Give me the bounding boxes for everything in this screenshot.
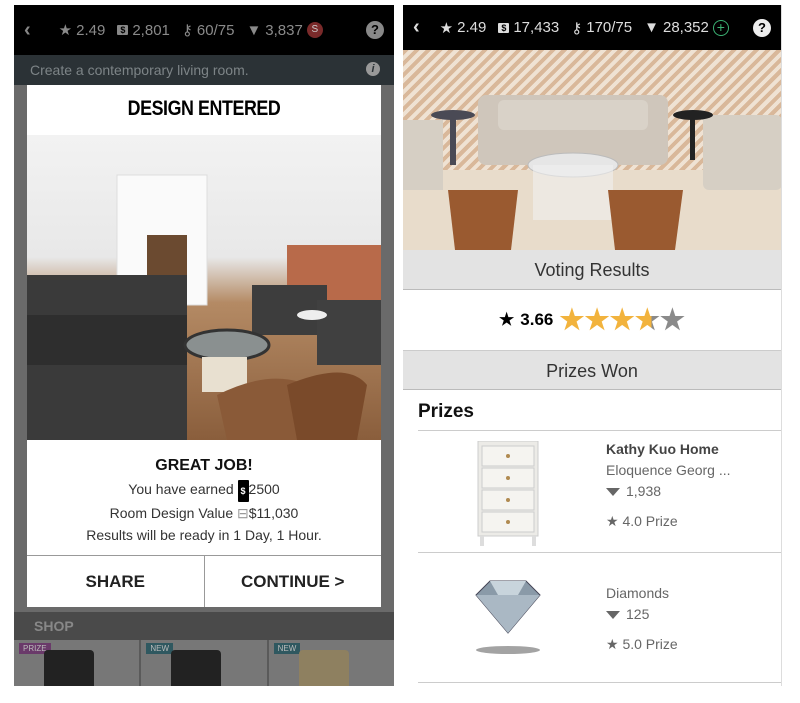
star-icon: ★: [58, 22, 73, 39]
voting-results-screen: ‹ ★ 2.49 $17,433 ⚷ 170/75 ▼ 28,352 + ? Voti…: [403, 5, 782, 686]
cash-stat: $17,433: [498, 19, 559, 36]
diamond-icon: [606, 488, 620, 497]
prize-info: Kathy Kuo Home Eloquence Georg ... 1,938…: [606, 439, 731, 532]
cash-icon: $: [237, 480, 249, 502]
rating-star: ★: [634, 304, 660, 335]
star-icon: ★: [499, 310, 515, 329]
rating-stat: ★ 2.49: [439, 19, 487, 37]
cash-icon: $: [498, 22, 510, 33]
results-timer: Results will be ready in 1 Day, 1 Hour.: [86, 527, 322, 543]
rating-star: ★: [609, 304, 635, 335]
shop-items: PRIZE NEW NEW: [14, 640, 394, 686]
room-design-image: [403, 50, 781, 250]
back-button[interactable]: ‹: [24, 19, 31, 42]
new-badge: NEW: [146, 643, 173, 654]
prize-brand: Kathy Kuo Home: [606, 441, 719, 457]
back-button[interactable]: ‹: [413, 16, 420, 39]
prize-info: Diamonds 125 ★ 5.0 Prize: [606, 583, 678, 655]
shop-item[interactable]: NEW: [268, 640, 394, 686]
chair-image: [44, 650, 94, 686]
cash-icon: $: [117, 25, 129, 35]
help-icon[interactable]: ?: [366, 21, 384, 39]
chair-image: [298, 650, 349, 686]
top-bar: ‹ ★ 2.49 $2,801 ⚷ 60/75 ▼ 3,837 S ?: [14, 5, 394, 55]
prize-level: ★ 5.0 Prize: [606, 636, 678, 652]
rating-star: ★: [584, 304, 610, 335]
dresser-image: [468, 440, 548, 546]
diamond-icon: [606, 611, 620, 620]
continue-button[interactable]: CONTINUE >: [203, 556, 382, 607]
help-icon[interactable]: ?: [753, 18, 771, 37]
keys-stat: ⚷ 170/75: [571, 19, 633, 37]
prizes-won-header: Prizes Won: [403, 350, 781, 390]
prizes-title: Prizes: [418, 395, 781, 431]
diamonds-stat: ▼ 3,837 S: [246, 21, 323, 39]
chair-image: [171, 650, 222, 686]
prize-diamonds: 125: [606, 604, 678, 625]
earned-line: You have earned $2500: [27, 478, 381, 502]
shop-item[interactable]: NEW: [141, 640, 267, 686]
result-message: GREAT JOB! You have earned $2500 Room De…: [27, 440, 381, 546]
great-job-heading: GREAT JOB!: [155, 457, 253, 474]
rating-stat: ★ 2.49: [58, 21, 106, 40]
rating-star: ★: [659, 304, 685, 335]
design-value-line: Room Design Value ⊟$11,030: [109, 505, 299, 521]
share-button[interactable]: SHARE: [27, 556, 204, 607]
room-design-image: [27, 135, 381, 440]
design-brief: Create a contemporary living room. i: [14, 55, 394, 85]
prize-item[interactable]: Diamonds 125 ★ 5.0 Prize: [418, 553, 781, 683]
cash-stat: $2,801: [117, 22, 170, 39]
top-bar: ‹ ★ 2.49 $17,433 ⚷ 170/75 ▼ 28,352 + ?: [403, 5, 781, 50]
diamond-icon: ▼: [644, 19, 659, 36]
design-entered-dialog: DESIGN ENTERED GREAT JOB! You have earne…: [27, 85, 381, 607]
room-render: [403, 95, 781, 250]
buy-currency-icon[interactable]: S: [306, 22, 323, 38]
diamond-icon: ▼: [246, 21, 262, 39]
diamonds-stat: ▼ 28,352 +: [644, 19, 729, 36]
key-icon: ⚷: [181, 22, 193, 39]
shop-header: SHOP: [14, 612, 394, 640]
sofa-icon: ⊟: [237, 505, 249, 521]
key-icon: ⚷: [571, 19, 583, 37]
keys-stat: ⚷ 60/75: [181, 21, 235, 40]
voting-results-header: Voting Results: [403, 250, 781, 290]
rating-star: ★: [559, 304, 585, 335]
star-icon: ★: [439, 19, 454, 37]
star-icon: ★: [606, 513, 623, 529]
dialog-buttons: SHARE CONTINUE >: [27, 555, 381, 607]
add-diamonds-icon[interactable]: +: [712, 19, 729, 36]
voting-score: ★ 3.66 ★ ★ ★ ★ ★: [499, 304, 685, 335]
prize-name: Diamonds: [606, 585, 670, 601]
star-rating: ★ ★ ★ ★ ★: [559, 306, 685, 334]
shop-item[interactable]: PRIZE: [14, 640, 140, 686]
prize-name: Eloquence Georg ...: [606, 462, 731, 478]
dialog-title: DESIGN ENTERED: [127, 97, 281, 120]
prize-item[interactable]: Kathy Kuo Home Eloquence Georg ... 1,938…: [418, 431, 781, 553]
star-icon: ★: [606, 636, 623, 652]
new-badge: NEW: [273, 643, 301, 654]
prize-level: ★ 4.0 Prize: [606, 513, 678, 529]
room-render: [27, 174, 381, 440]
diamond-image: [468, 575, 548, 680]
design-entered-screen: ‹ ★ 2.49 $2,801 ⚷ 60/75 ▼ 3,837 S ? Create …: [14, 5, 394, 686]
info-icon[interactable]: i: [366, 62, 380, 76]
prize-diamonds: 1,938: [606, 481, 731, 502]
